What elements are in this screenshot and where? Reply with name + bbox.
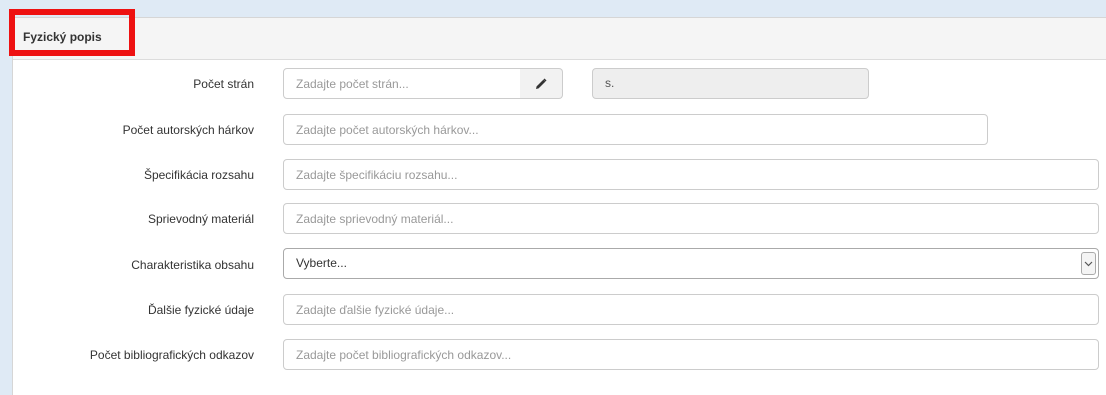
pencil-icon: [536, 77, 547, 89]
label-charakteristika: Charakteristika obsahu: [131, 258, 254, 272]
pages-suffix-field: s.: [592, 68, 869, 99]
sprievodny-input[interactable]: [283, 203, 1099, 234]
edit-pages-button[interactable]: [520, 68, 563, 99]
panel-header: Fyzický popis: [13, 18, 1106, 60]
specifikacia-input[interactable]: [283, 159, 1099, 190]
label-specifikacia: Špecifikácia rozsahu: [143, 168, 254, 182]
pages-suffix-text: s.: [605, 76, 615, 90]
charakteristika-select[interactable]: Vyberte...: [283, 248, 1099, 279]
autorske-harky-input[interactable]: [283, 114, 988, 145]
highlight-box: [9, 9, 135, 56]
label-autorske-harky: Počet autorských hárkov: [122, 123, 254, 137]
pocet-stran-input[interactable]: [283, 68, 521, 99]
dropdown-toggle[interactable]: [1081, 252, 1096, 275]
label-pocet-stran: Počet strán: [193, 77, 254, 91]
label-dalsie: Ďalšie fyzické údaje: [147, 303, 254, 317]
page-left-strip: [0, 0, 12, 395]
dalsie-input[interactable]: [283, 294, 1099, 325]
chevron-down-icon: [1084, 261, 1093, 266]
bibliograficke-input[interactable]: [283, 339, 1099, 370]
label-sprievodny: Sprievodný materiál: [147, 212, 254, 226]
label-bibliograficke: Počet bibliografických odkazov: [89, 348, 254, 362]
charakteristika-selected: Vyberte...: [296, 256, 347, 270]
